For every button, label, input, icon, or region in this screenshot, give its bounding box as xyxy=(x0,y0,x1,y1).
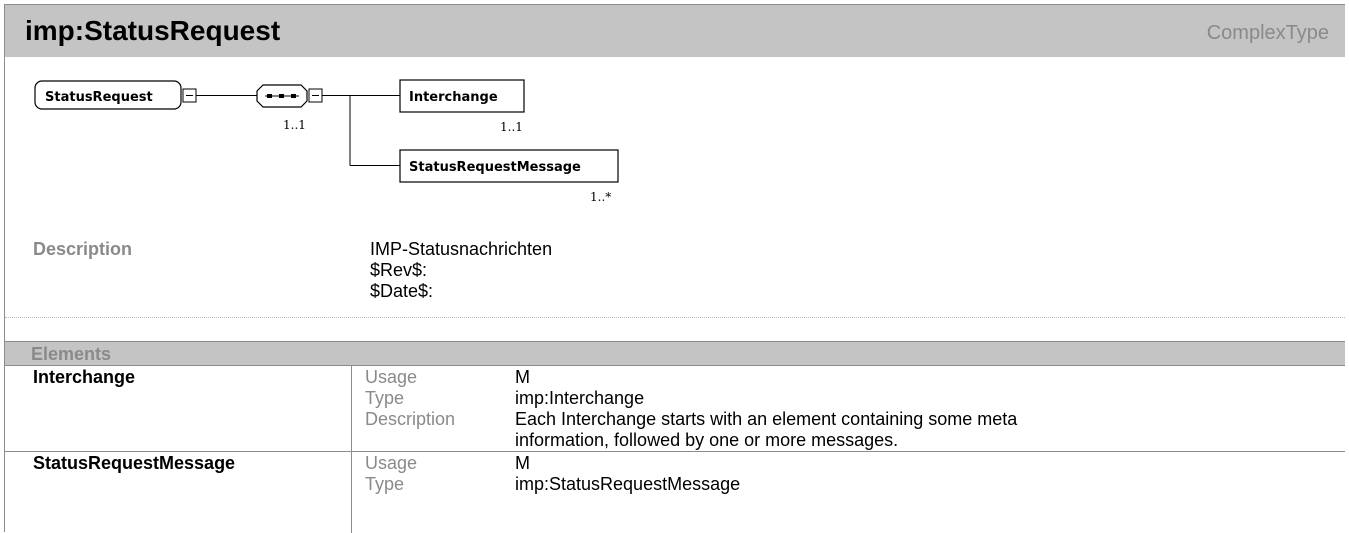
root-element-node[interactable]: StatusRequest xyxy=(33,80,182,112)
usage-value: M xyxy=(515,453,530,473)
description-line: $Date$: xyxy=(370,281,434,301)
usage-value: M xyxy=(515,367,530,387)
element-name: StatusRequestMessage xyxy=(33,453,236,473)
page-title: imp:StatusRequest xyxy=(25,15,281,46)
elements-header-label: Elements xyxy=(31,344,112,364)
schema-page: imp:StatusRequest ComplexType StatusRequ… xyxy=(4,4,1345,533)
type-label: Type xyxy=(365,474,405,494)
description-value-line: Each Interchange starts with an element … xyxy=(515,409,1018,429)
usage-label: Usage xyxy=(365,367,418,387)
type-value: imp:Interchange xyxy=(515,388,645,408)
element-row-interchange: Interchange Usage M Type imp:Interchange… xyxy=(5,365,1345,451)
description-value-line: information, followed by one or more mes… xyxy=(515,430,899,450)
child-node-interchange[interactable]: Interchange xyxy=(399,79,525,113)
row-divider xyxy=(351,452,352,533)
schema-diagram-svg: StatusRequest 1..1 Interchange 1..1 Stat… xyxy=(33,79,619,204)
elements-section-header: Elements xyxy=(5,341,1345,365)
description-prop-value: Each Interchange starts with an element … xyxy=(515,409,1017,451)
usage-label: Usage xyxy=(365,453,418,473)
type-label: Type xyxy=(365,388,405,408)
title-bar: imp:StatusRequest ComplexType xyxy=(5,5,1345,57)
root-element-label: StatusRequest xyxy=(45,90,153,105)
description-label: Description xyxy=(33,239,133,259)
type-value: imp:StatusRequestMessage xyxy=(515,474,741,494)
child-label-interchange: Interchange xyxy=(409,90,498,105)
sequence-compositor-icon[interactable] xyxy=(256,84,308,108)
type-kind-label: ComplexType xyxy=(1206,22,1329,44)
sequence-collapse-toggle[interactable] xyxy=(308,88,323,103)
description-prop-label: Description xyxy=(365,409,456,429)
description-line: $Rev$: xyxy=(370,260,428,280)
description-section: Description IMP-Statusnachrichten $Rev$:… xyxy=(5,229,1345,318)
schema-diagram: StatusRequest 1..1 Interchange 1..1 Stat… xyxy=(5,57,1345,229)
description-line: IMP-Statusnachrichten xyxy=(370,239,553,259)
element-row-statusrequestmessage: StatusRequestMessage Usage M Type imp:St… xyxy=(5,451,1345,533)
child-label-statusrequestmessage: StatusRequestMessage xyxy=(409,160,581,175)
description-text: IMP-Statusnachrichten $Rev$: $Date$: xyxy=(370,239,552,302)
child-occurs-interchange: 1..1 xyxy=(500,120,523,134)
child-node-statusrequestmessage[interactable]: StatusRequestMessage xyxy=(399,149,619,183)
root-collapse-toggle[interactable] xyxy=(182,88,197,103)
child-occurs-statusrequestmessage: 1..* xyxy=(590,190,611,204)
row-divider xyxy=(351,366,352,451)
element-name: Interchange xyxy=(33,367,136,387)
sequence-occurs: 1..1 xyxy=(283,118,306,132)
